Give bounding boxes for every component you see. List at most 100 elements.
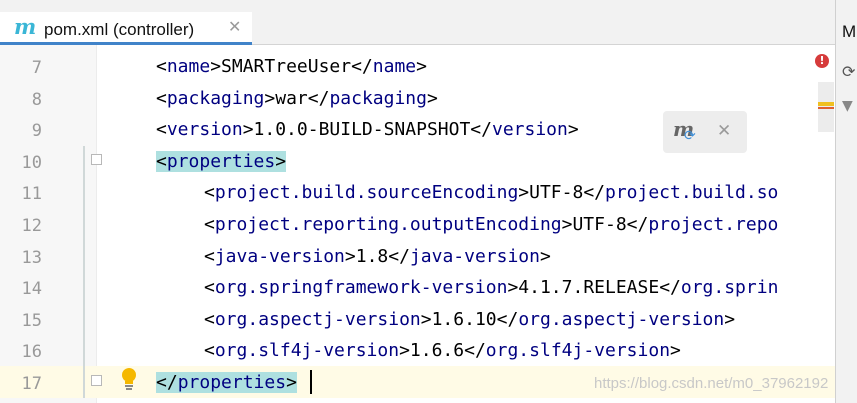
xml-open: <: [156, 56, 167, 77]
fold-open-icon[interactable]: [91, 154, 102, 165]
code-line[interactable]: <version>1.0.0-BUILD-SNAPSHOT</version>: [156, 119, 579, 141]
refresh-icon[interactable]: ⟳: [842, 62, 855, 81]
xml-end-name: project.repo: [648, 214, 779, 235]
close-popup-icon[interactable]: ✕: [717, 121, 731, 141]
xml-end-close: >: [416, 56, 427, 77]
xml-value: war: [275, 88, 308, 109]
code-line[interactable]: <org.aspectj-version>1.6.10</org.aspectj…: [204, 309, 735, 331]
line-number: 15: [21, 311, 42, 331]
xml-end-name: java-version: [409, 246, 540, 267]
xml-value: 1.8: [355, 246, 389, 267]
maven-panel-label[interactable]: M: [842, 22, 856, 42]
error-indicator-icon[interactable]: !: [815, 54, 829, 68]
xml-end-close: >: [567, 119, 579, 140]
code-line[interactable]: <java-version>1.8</java-version>: [204, 246, 551, 268]
code-line[interactable]: <name>SMARTreeUser</name>: [156, 56, 427, 78]
xml-close: >: [242, 119, 254, 140]
xml-end-close: >: [670, 340, 681, 361]
xml-close: >: [420, 309, 432, 330]
xml-open: </: [156, 372, 178, 393]
xml-close: >: [344, 246, 356, 267]
right-tool-panel: M ⟳ ▼: [835, 0, 857, 403]
xml-name: org.aspectj-version: [214, 309, 421, 330]
xml-end-open: </: [626, 214, 649, 235]
xml-end-open: </: [583, 182, 605, 203]
xml-open: <: [156, 151, 167, 172]
xml-open: <: [204, 340, 215, 361]
code-line[interactable]: <org.slf4j-version>1.6.6</org.slf4j-vers…: [204, 340, 681, 362]
code-line[interactable]: <project.reporting.outputEncoding>UTF-8<…: [204, 214, 778, 236]
xml-end-name: project.build.so: [605, 182, 779, 203]
code-line[interactable]: <org.springframework-version>4.1.7.RELEA…: [204, 277, 778, 299]
fold-close-icon[interactable]: [91, 375, 102, 386]
xml-close: >: [286, 372, 297, 393]
line-number: 17: [21, 374, 42, 394]
tab-title: pom.xml (controller): [44, 20, 195, 39]
line-number: 7: [31, 58, 42, 78]
close-tab-icon[interactable]: ✕: [228, 17, 241, 37]
xml-end-open: </: [307, 88, 330, 109]
error-stripe[interactable]: [818, 82, 834, 132]
xml-end-name: org.aspectj-version: [518, 309, 725, 330]
xml-open: <: [204, 277, 215, 298]
xml-end-open: </: [464, 340, 486, 361]
xml-name: project.reporting.outputEncoding: [214, 214, 562, 235]
xml-name: org.springframework-version: [214, 277, 508, 298]
xml-end-open: </: [659, 277, 681, 298]
xml-name: java-version: [214, 246, 345, 267]
xml-open: <: [204, 309, 215, 330]
watermark: https://blog.csdn.net/m0_37962192: [594, 375, 829, 392]
tab-pom-xml[interactable]: m pom.xml (controller) ✕: [0, 12, 252, 45]
xml-end-close: >: [426, 88, 438, 109]
xml-close: >: [399, 340, 410, 361]
maven-reload-popup: m ⟳ ✕: [663, 111, 747, 153]
xml-end-open: </: [351, 56, 373, 77]
code-line[interactable]: <project.build.sourceEncoding>UTF-8</pro…: [204, 182, 778, 204]
xml-name: packaging: [166, 88, 265, 109]
line-number: 12: [21, 216, 42, 236]
xml-name: properties: [166, 151, 276, 172]
xml-name: project.build.sourceEncoding: [214, 182, 519, 203]
line-number: 14: [21, 279, 42, 299]
line-number: 16: [21, 342, 42, 362]
xml-end-name: org.sprin: [680, 277, 779, 298]
xml-end-name: name: [372, 56, 417, 77]
xml-close: >: [275, 151, 287, 172]
xml-close: >: [518, 182, 530, 203]
xml-open: <: [156, 119, 167, 140]
xml-end-name: org.slf4j-version: [485, 340, 671, 361]
line-number: 10: [21, 153, 42, 173]
xml-name: org.slf4j-version: [214, 340, 400, 361]
code-line[interactable]: <properties>: [156, 151, 287, 173]
xml-name: version: [166, 119, 243, 140]
xml-end-open: </: [388, 246, 410, 267]
xml-name: properties: [177, 372, 287, 393]
xml-open: <: [204, 182, 215, 203]
xml-open: <: [156, 88, 167, 109]
xml-value: UTF-8: [529, 182, 584, 203]
xml-end-name: packaging: [329, 88, 427, 109]
xml-value: 4.1.7.RELEASE: [518, 277, 660, 298]
editor-tab-bar: m pom.xml (controller) ✕: [0, 0, 835, 45]
xml-value: 1.0.0-BUILD-SNAPSHOT: [253, 119, 471, 140]
xml-close: >: [210, 56, 222, 77]
xml-open: <: [204, 214, 215, 235]
xml-end-open: </: [470, 119, 492, 140]
line-number: 11: [21, 184, 42, 204]
text-caret: [310, 370, 312, 394]
code-line[interactable]: </properties>: [156, 372, 297, 394]
xml-close: >: [561, 214, 573, 235]
xml-end-open: </: [496, 309, 519, 330]
line-number: 9: [31, 121, 42, 141]
xml-end-name: version: [491, 119, 568, 140]
xml-open: <: [204, 246, 215, 267]
triangle-down-icon[interactable]: ▼: [842, 98, 853, 114]
xml-value: 1.6.10: [431, 309, 497, 330]
xml-value: SMARTreeUser: [221, 56, 352, 77]
xml-end-close: >: [724, 309, 736, 330]
xml-value: UTF-8: [572, 214, 627, 235]
line-number: 13: [21, 248, 42, 268]
xml-close: >: [264, 88, 276, 109]
lightbulb-icon[interactable]: [119, 366, 139, 392]
code-line[interactable]: <packaging>war</packaging>: [156, 88, 438, 110]
